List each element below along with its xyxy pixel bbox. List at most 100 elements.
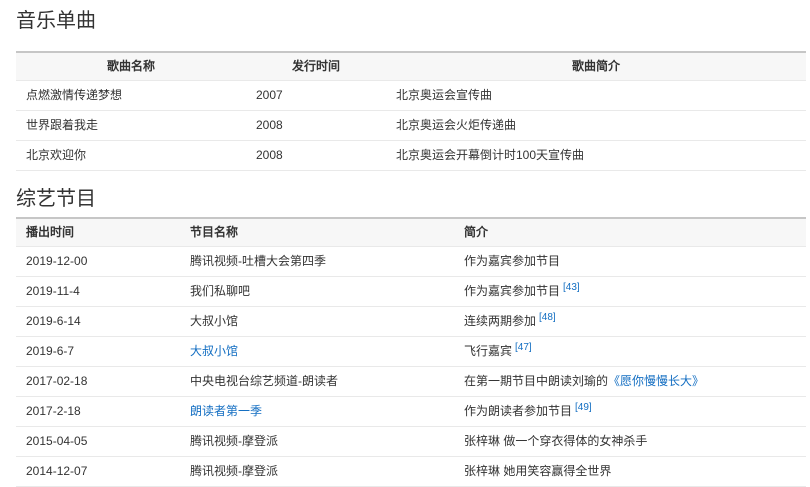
table-cell: 2017-2-18 [16,397,180,427]
table-cell: 2019-6-7 [16,337,180,367]
table-cell: 大叔小馆 [180,337,454,367]
column-header: 节目名称 [180,218,454,247]
cell-text: 北京奥运会宣传曲 [396,88,492,102]
cell-text: 2017-2-18 [26,404,81,418]
cell-text: 2019-6-7 [26,344,74,358]
column-header: 播出时间 [16,218,180,247]
cell-text: 2008 [256,148,283,162]
table-cell: 点燃激情传递梦想 [16,81,246,111]
table-row: 北京欢迎你 2008 北京奥运会开幕倒计时100天宣传曲 [16,141,806,171]
music-table-header: 歌曲名称发行时间歌曲简介 [16,52,806,81]
table-row: 2017-02-18 中央电视台综艺频道-朗读者 在第一期节目中朗读刘瑜的《愿你慢慢… [16,367,806,397]
table-cell: 作为嘉宾参加节目[43] [454,277,806,307]
table-row: 2019-6-14 大叔小馆 连续两期参加[48] [16,307,806,337]
table-cell: 北京奥运会宣传曲 [386,81,806,111]
reference-sup: [43] [563,282,580,293]
section-music-singles: 音乐单曲 歌曲名称发行时间歌曲简介 点燃激情传递梦想 2007 北京奥运会宣传曲世界… [16,9,806,171]
table-row: 2019-11-4 我们私聊吧 作为嘉宾参加节目[43] [16,277,806,307]
table-cell: 中央电视台综艺频道-朗读者 [180,367,454,397]
cell-text: 2008 [256,118,283,132]
table-cell: 连续两期参加[48] [454,307,806,337]
table-cell: 2014-12-07 [16,457,180,487]
reference-link[interactable]: [47] [515,342,532,353]
table-cell: 作为嘉宾参加节目 [454,247,806,277]
table-cell: 2015-04-05 [16,427,180,457]
cell-text: 张梓琳 她用笑容赢得全世界 [464,464,611,478]
variety-table-header: 播出时间节目名称简介 [16,218,806,247]
cell-text: 中央电视台综艺频道-朗读者 [190,374,338,388]
inline-link[interactable]: 《愿你慢慢长大》 [608,374,704,388]
section-title-variety-shows: 综艺节目 [16,187,806,211]
inline-link[interactable]: 朗读者第一季 [190,404,262,418]
cell-text: 世界跟着我走 [26,118,98,132]
music-singles-table: 歌曲名称发行时间歌曲简介 点燃激情传递梦想 2007 北京奥运会宣传曲世界跟着我走 2… [16,51,806,171]
table-cell: 2008 [246,141,386,171]
table-cell: 2019-11-4 [16,277,180,307]
table-row: 2017-2-18 朗读者第一季 作为朗读者参加节目[49] [16,397,806,427]
table-cell: 2008 [246,111,386,141]
cell-text: 作为朗读者参加节目 [464,404,572,418]
cell-text: 点燃激情传递梦想 [26,88,122,102]
table-cell: 张梓琳 做一个穿衣得体的女神杀手 [454,427,806,457]
table-cell: 飞行嘉宾[47] [454,337,806,367]
cell-text: 北京奥运会开幕倒计时100天宣传曲 [396,148,584,162]
table-cell: 大叔小馆 [180,307,454,337]
reference-link[interactable]: [48] [539,312,556,323]
cell-text: 2017-02-18 [26,374,87,388]
cell-text: 2014-12-07 [26,464,87,478]
table-cell: 我们私聊吧 [180,277,454,307]
table-row: 2014-12-07 腾讯视频-摩登派 张梓琳 她用笑容赢得全世界 [16,457,806,487]
cell-text: 飞行嘉宾 [464,344,512,358]
cell-text: 2019-12-00 [26,254,87,268]
cell-text: 在第一期节目中朗读刘瑜的 [464,374,608,388]
cell-text: 我们私聊吧 [190,284,250,298]
cell-text: 北京奥运会火炬传递曲 [396,118,516,132]
table-row: 2019-12-00 腾讯视频-吐槽大会第四季 作为嘉宾参加节目 [16,247,806,277]
column-header: 发行时间 [246,52,386,81]
table-row: 2019-6-7 大叔小馆 飞行嘉宾[47] [16,337,806,367]
cell-text: 大叔小馆 [190,314,238,328]
table-cell: 朗读者第一季 [180,397,454,427]
column-header: 歌曲简介 [386,52,806,81]
table-cell: 世界跟着我走 [16,111,246,141]
table-cell: 北京欢迎你 [16,141,246,171]
table-row: 世界跟着我走 2008 北京奥运会火炬传递曲 [16,111,806,141]
column-header: 歌曲名称 [16,52,246,81]
section-title-music-singles: 音乐单曲 [16,9,806,33]
table-row: 2015-04-05 腾讯视频-摩登派 张梓琳 做一个穿衣得体的女神杀手 [16,427,806,457]
table-cell: 腾讯视频-吐槽大会第四季 [180,247,454,277]
column-header: 简介 [454,218,806,247]
cell-text: 腾讯视频-吐槽大会第四季 [190,254,326,268]
article-page: 音乐单曲 歌曲名称发行时间歌曲简介 点燃激情传递梦想 2007 北京奥运会宣传曲世界… [0,0,810,487]
variety-shows-table: 播出时间节目名称简介 2019-12-00腾讯视频-吐槽大会第四季作为嘉宾参加节… [16,217,806,487]
cell-text: 2015-04-05 [26,434,87,448]
table-cell: 2019-6-14 [16,307,180,337]
table-cell: 在第一期节目中朗读刘瑜的《愿你慢慢长大》 [454,367,806,397]
table-row: 点燃激情传递梦想 2007 北京奥运会宣传曲 [16,81,806,111]
table-cell: 2007 [246,81,386,111]
table-cell: 张梓琳 她用笑容赢得全世界 [454,457,806,487]
table-cell: 2017-02-18 [16,367,180,397]
table-cell: 2019-12-00 [16,247,180,277]
section-variety-shows: 综艺节目 播出时间节目名称简介 2019-12-00腾讯视频-吐槽大会第四季作为… [16,187,806,487]
table-cell: 北京奥运会火炬传递曲 [386,111,806,141]
reference-sup: [48] [539,312,556,323]
reference-sup: [49] [575,402,592,413]
table-cell: 腾讯视频-摩登派 [180,427,454,457]
cell-text: 作为嘉宾参加节目 [464,284,560,298]
cell-text: 张梓琳 做一个穿衣得体的女神杀手 [464,434,647,448]
reference-link[interactable]: [49] [575,402,592,413]
cell-text: 北京欢迎你 [26,148,86,162]
inline-link[interactable]: 大叔小馆 [190,344,238,358]
table-cell: 北京奥运会开幕倒计时100天宣传曲 [386,141,806,171]
cell-text: 2019-6-14 [26,314,81,328]
cell-text: 作为嘉宾参加节目 [464,254,560,268]
table-cell: 腾讯视频-摩登派 [180,457,454,487]
cell-text: 2019-11-4 [26,284,80,298]
cell-text: 连续两期参加 [464,314,536,328]
table-cell: 作为朗读者参加节目[49] [454,397,806,427]
cell-text: 腾讯视频-摩登派 [190,464,278,478]
reference-link[interactable]: [43] [563,282,580,293]
cell-text: 腾讯视频-摩登派 [190,434,278,448]
cell-text: 2007 [256,88,283,102]
